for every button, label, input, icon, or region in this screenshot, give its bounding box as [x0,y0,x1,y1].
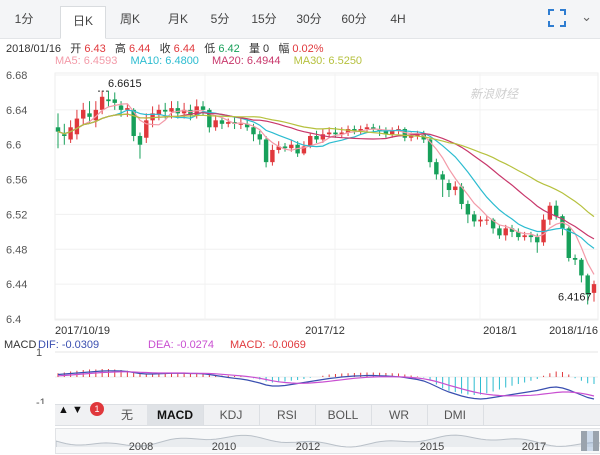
candle-body [200,106,206,110]
candle-body [112,99,117,103]
candle-body [169,108,174,112]
y-tick-label: 6.4 [6,314,21,326]
candle-body [553,205,559,217]
candle-body [226,122,231,124]
candle-body [503,228,508,236]
candle-body [55,127,61,132]
x-tick-label: 2018/1/16 [549,325,598,337]
navigator-window [587,431,593,451]
y-tick-label: 6.56 [6,175,27,187]
candle-body [465,203,471,215]
navigator-year-label: 2015 [420,441,444,453]
candle-body [81,109,86,119]
candle-body [219,120,225,124]
down-arrow-icon[interactable]: ▼ [72,404,83,416]
notification-badge: 1 [90,402,104,416]
candle-body [74,118,80,135]
y-tick-label: 6.64 [6,105,27,117]
candle-body [238,123,244,125]
x-tick-label: 2017/12 [305,325,345,337]
candle-body [251,127,256,135]
candle-body [440,174,445,180]
candle-body [270,149,275,163]
navigator-handle-left [581,431,587,451]
candle-body [497,228,502,236]
candle-body [213,120,218,128]
dif-label: DIF: -0.0309 [38,339,99,351]
candle-body [99,96,105,110]
candle-body [453,186,458,191]
candle-body [579,259,584,276]
max-annotation: 6.6615 [108,78,142,90]
candle-body [471,214,477,222]
candle-body [289,144,294,149]
candle-body [522,235,527,238]
y-tick-label: 6.44 [6,279,27,291]
indicator-tab-0[interactable]: 无 [107,405,148,425]
navigator-year-label: 2012 [296,441,320,453]
macd-y-tick: -1 [36,397,46,404]
dea-label: DEA: -0.0274 [148,339,214,351]
dif-line [57,370,595,400]
indicator-tab-2[interactable]: KDJ [203,405,260,425]
candle-body [106,99,111,102]
y-tick-label: 6.48 [6,244,27,256]
up-arrow-icon[interactable]: ▲ [58,404,69,416]
indicator-tab-4[interactable]: BOLL [315,405,372,425]
macd-y-tick: 1 [36,347,42,359]
time-navigator[interactable]: 2008 2010 2012 2015 2017 [55,428,600,454]
candle-body [326,132,332,135]
indicator-tab-5[interactable]: WR [371,405,428,425]
candle-body [263,139,269,163]
x-tick-label: 2017/10/19 [55,325,110,337]
candle-body [314,136,319,140]
candle-body [566,228,571,258]
candle-body [484,219,490,221]
candle-body [62,134,67,136]
sort-arrows[interactable]: ▲ ▼ [58,404,83,416]
min-annotation: 6.4167 [558,291,592,303]
dea-line [57,371,595,397]
candle-body [162,109,168,112]
navigator-year-label: 2017 [522,441,546,453]
candle-body [137,136,143,145]
candle-body [591,284,597,293]
y-tick-label: 6.6 [6,140,21,152]
candle-body [535,237,540,243]
indicator-tab-6[interactable]: DMI [427,405,484,425]
indicator-tab-1[interactable]: MACD [147,405,204,425]
candle-body [434,162,439,175]
navigator-handle-right [593,431,599,451]
macd-value-label: MACD: -0.0069 [230,339,306,351]
candle-body [87,113,92,117]
watermark: 新浪财经 [470,87,520,101]
candle-body [528,235,534,238]
kline-chart[interactable]: 6.68 6.64 6.6 6.56 6.52 6.48 6.44 6.4 新浪财经 6.6615… [0,0,600,404]
candle-body [118,105,124,110]
macd-title: MACD [4,339,36,351]
candle-body [333,132,338,135]
candle-body [572,258,578,260]
y-tick-label: 6.52 [6,209,27,221]
y-tick-label: 6.68 [6,70,27,82]
candle-body [478,219,483,222]
indicator-tab-3[interactable]: RSI [259,405,316,425]
navigator-year-label: 2008 [129,441,153,453]
x-tick-label: 2018/1 [483,325,517,337]
indicator-tab-bar: 无 MACD KDJ RSI BOLL WR DMI [55,404,600,426]
candle-body [68,127,73,140]
candle-body [257,134,262,140]
navigator-year-label: 2010 [212,441,236,453]
candle-body [446,183,452,191]
candle-body [364,127,370,130]
navigator-graph[interactable]: 2008 2010 2012 2015 2017 [56,429,600,453]
